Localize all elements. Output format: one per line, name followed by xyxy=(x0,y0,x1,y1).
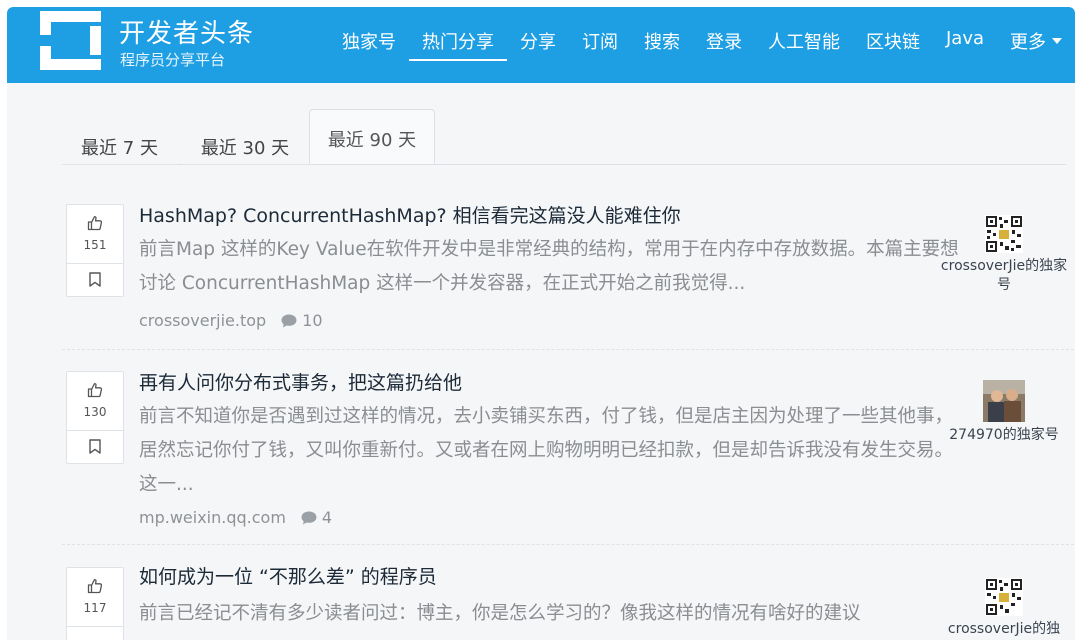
brand-subtitle: 程序员分享平台 xyxy=(120,51,226,69)
upvote-button[interactable]: 151 xyxy=(67,205,123,264)
vote-count: 151 xyxy=(83,238,107,252)
nav-hot-shares[interactable]: 热门分享 xyxy=(409,25,507,61)
vote-count: 117 xyxy=(83,601,107,615)
tab-30-days[interactable]: 最近 30 天 xyxy=(182,122,308,165)
article-title[interactable]: 如何成为一位 “不那么差” 的程序员 xyxy=(139,562,437,589)
tab-7-days[interactable]: 最近 7 天 xyxy=(62,122,177,165)
article-meta: mp.weixin.qq.com 4 xyxy=(139,508,332,527)
upvote-button[interactable]: 117 xyxy=(67,568,123,627)
bookmark-icon xyxy=(89,272,101,287)
logo-icon[interactable] xyxy=(40,11,101,70)
bookmark-button[interactable] xyxy=(67,264,123,296)
nav-blockchain[interactable]: 区块链 xyxy=(853,25,933,61)
article-summary: 前言已经记不清有多少读者问过：博主，你是怎么学习的？像我这样的情况有啥好的建议 xyxy=(139,603,861,624)
nav-ai[interactable]: 人工智能 xyxy=(755,25,853,61)
article-source[interactable]: mp.weixin.qq.com xyxy=(139,508,286,527)
upvote-button[interactable]: 130 xyxy=(67,372,123,431)
article-summary: 前言不知道你是否遇到过这样的情况，去小卖铺买东西，付了钱，但是店主因为处理了一些… xyxy=(139,406,954,495)
nav-exclusive[interactable]: 独家号 xyxy=(329,25,409,61)
article-source[interactable]: crossoverjie.top xyxy=(139,311,266,330)
column-name: crossoverJie的独家号 xyxy=(940,258,1068,293)
brand-title[interactable]: 开发者头条 xyxy=(119,13,254,50)
vote-box: 151 xyxy=(66,204,124,297)
column-badge[interactable]: crossoverJie的独 xyxy=(934,578,1074,639)
vote-count: 130 xyxy=(83,405,107,419)
article-title[interactable]: 再有人问你分布式事务，把这篇扔给他 xyxy=(139,368,462,395)
bookmark-icon xyxy=(89,439,101,454)
comment-link[interactable]: 4 xyxy=(300,508,332,527)
time-range-tabs: 最近 7 天 最近 30 天 最近 90 天 xyxy=(62,109,1066,165)
avatar xyxy=(983,380,1025,422)
article-summary: 前言Map 这样的Key Value在软件开发中是非常经典的结构，常用于在内存中… xyxy=(139,239,959,294)
qr-code-image xyxy=(985,215,1023,253)
nav-more-label: 更多 xyxy=(1010,32,1047,53)
comment-count: 10 xyxy=(302,311,323,330)
top-header: 开发者头条 程序员分享平台 独家号 热门分享 分享 订阅 搜索 登录 人工智能 … xyxy=(7,7,1075,83)
nav-subscribe[interactable]: 订阅 xyxy=(569,25,631,61)
column-badge[interactable]: crossoverJie的独家号 xyxy=(934,215,1074,295)
main-nav: 独家号 热门分享 分享 订阅 搜索 登录 人工智能 区块链 Java 更多 xyxy=(329,25,1075,65)
qr-code-image xyxy=(985,578,1023,616)
nav-more[interactable]: 更多 xyxy=(997,25,1075,61)
article-item: 130 再有人问你分布式事务，把这篇扔给他 前言不知道你是否遇到过这样的情况，去… xyxy=(62,350,1074,545)
tab-90-days[interactable]: 最近 90 天 xyxy=(309,109,435,164)
comment-icon xyxy=(281,314,297,328)
vote-box: 130 xyxy=(66,371,124,464)
thumbs-up-icon xyxy=(87,579,103,594)
article-meta: crossoverjie.top 10 xyxy=(139,311,323,330)
caret-down-icon xyxy=(1052,38,1063,44)
article-title[interactable]: HashMap? ConcurrentHashMap? 相信看完这篇没人能难住你 xyxy=(139,201,681,228)
nav-login[interactable]: 登录 xyxy=(693,25,755,61)
thumbs-up-icon xyxy=(87,216,103,231)
vote-box: 117 xyxy=(66,567,124,640)
nav-share[interactable]: 分享 xyxy=(507,25,569,61)
thumbs-up-icon xyxy=(87,383,103,398)
article-item: 151 HashMap? ConcurrentHashMap? 相信看完这篇没人… xyxy=(62,183,1074,350)
nav-search[interactable]: 搜索 xyxy=(631,25,693,61)
comment-link[interactable]: 10 xyxy=(280,311,323,330)
column-badge[interactable]: 274970的独家号 xyxy=(934,380,1074,445)
column-name: 274970的独家号 xyxy=(949,427,1059,443)
nav-java[interactable]: Java xyxy=(933,25,997,61)
comment-icon xyxy=(301,511,317,525)
bookmark-button[interactable] xyxy=(67,431,123,463)
article-item: 117 如何成为一位 “不那么差” 的程序员 前言已经记不清有多少读者问过：博主… xyxy=(62,545,1074,640)
column-name: crossoverJie的独 xyxy=(947,621,1061,637)
page: 开发者头条 程序员分享平台 独家号 热门分享 分享 订阅 搜索 登录 人工智能 … xyxy=(7,7,1075,640)
comment-count: 4 xyxy=(321,508,333,527)
